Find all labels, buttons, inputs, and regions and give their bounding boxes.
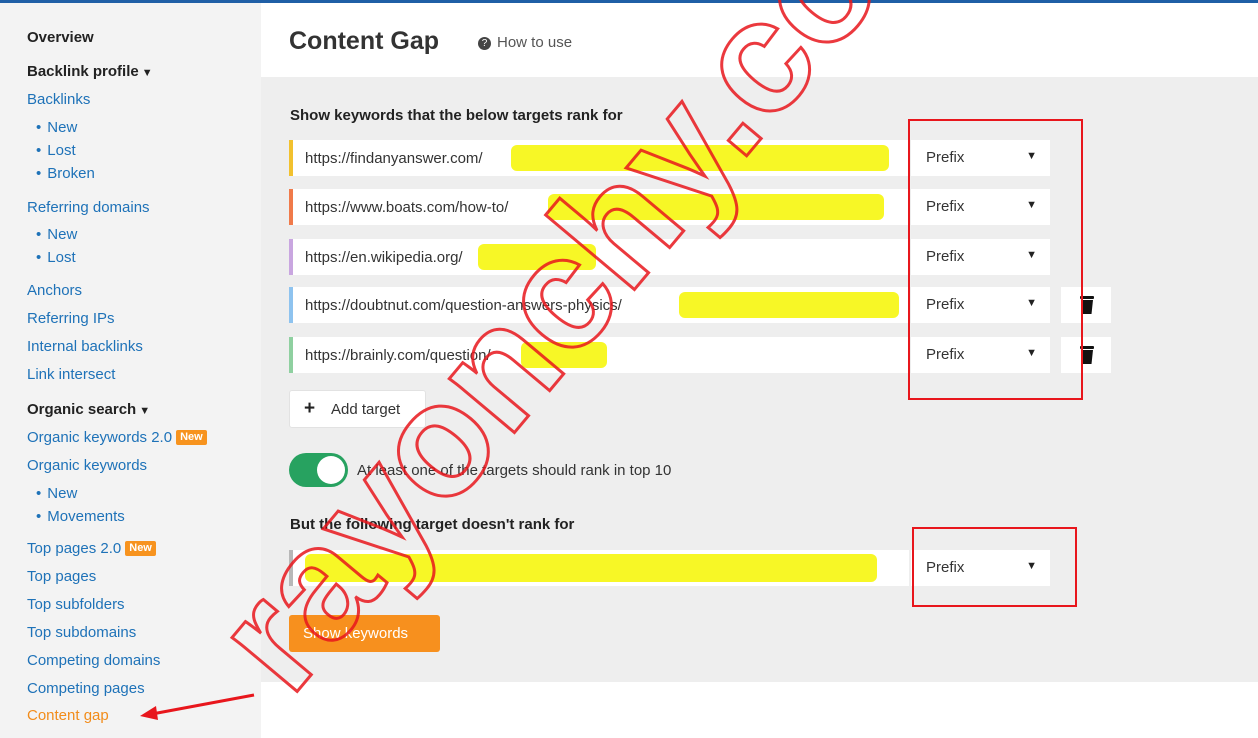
watermark-text: rayonchy.com [179,0,1006,722]
watermark: rayonchy.com [177,0,1007,723]
